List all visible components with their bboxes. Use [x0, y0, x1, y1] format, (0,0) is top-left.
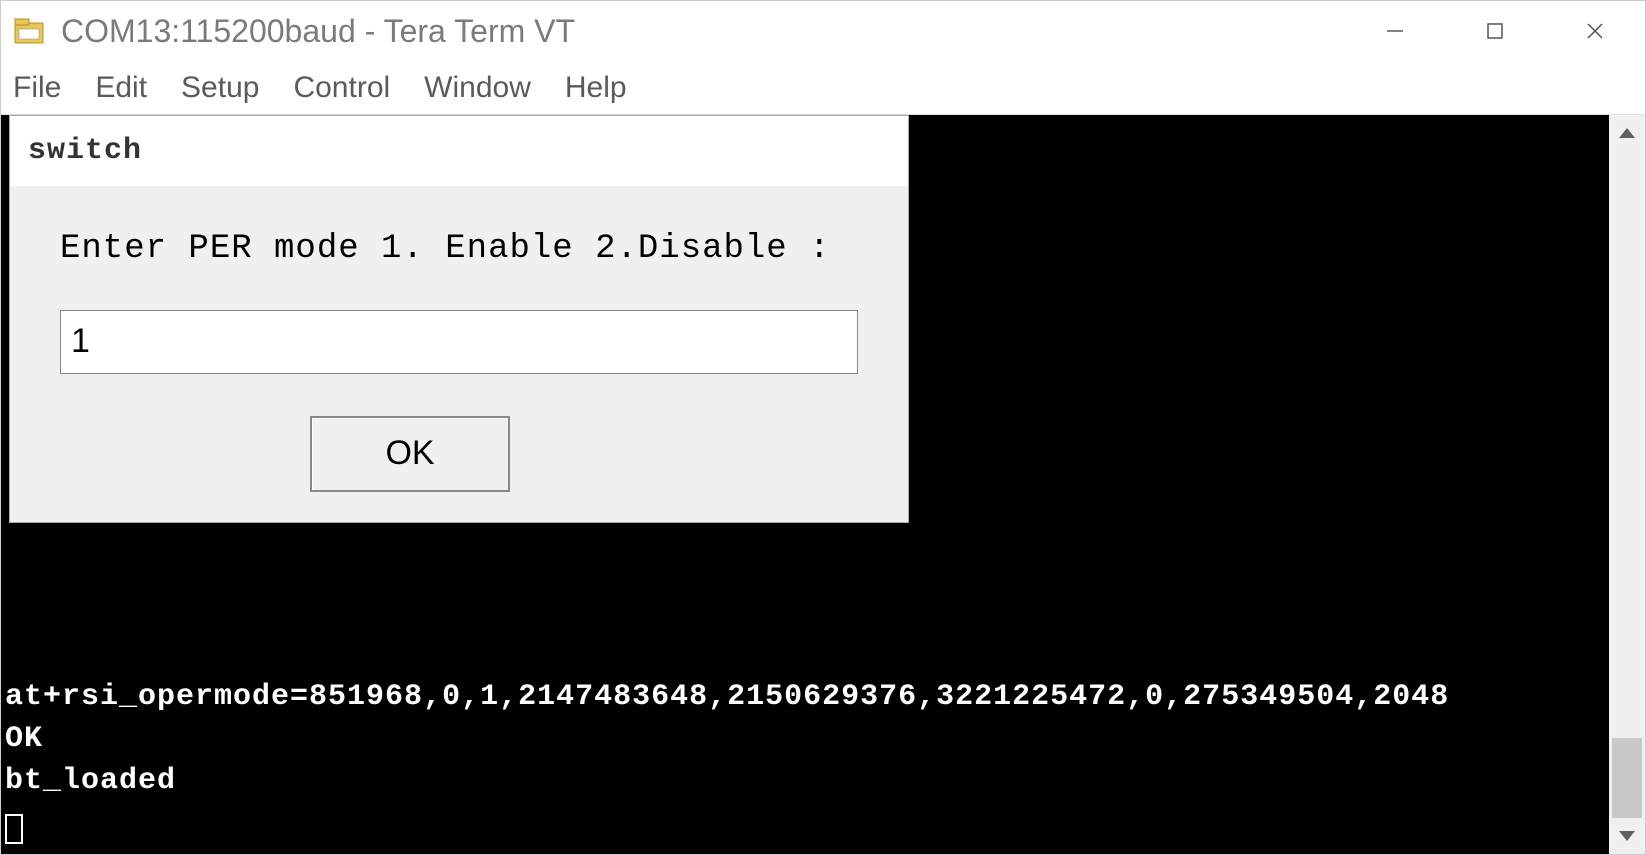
dialog-input[interactable] — [60, 310, 858, 374]
scroll-track[interactable] — [1609, 151, 1645, 818]
menu-help[interactable]: Help — [565, 71, 627, 105]
maximize-button[interactable] — [1445, 1, 1545, 61]
scroll-thumb[interactable] — [1612, 738, 1642, 818]
menubar: File Edit Setup Control Window Help — [1, 61, 1645, 115]
titlebar: COM13:115200baud - Tera Term VT — [1, 1, 1645, 61]
menu-setup[interactable]: Setup — [181, 71, 259, 105]
menu-edit[interactable]: Edit — [95, 71, 147, 105]
menu-window[interactable]: Window — [424, 71, 531, 105]
terminal-line: bt_loaded — [5, 760, 1609, 802]
input-dialog: switch Enter PER mode 1. Enable 2.Disabl… — [9, 115, 909, 523]
terminal-output: at+rsi_opermode=851968,0,1,2147483648,21… — [5, 676, 1609, 844]
app-icon — [13, 17, 49, 45]
terminal-line: OK — [5, 718, 1609, 760]
dialog-body: Enter PER mode 1. Enable 2.Disable : — [10, 186, 908, 404]
dialog-prompt: Enter PER mode 1. Enable 2.Disable : — [60, 226, 858, 274]
terminal-cursor-line — [5, 802, 1609, 844]
dialog-title: switch — [10, 116, 908, 186]
window-controls — [1345, 1, 1645, 61]
scroll-down-icon[interactable] — [1609, 818, 1645, 854]
cursor-icon — [5, 814, 23, 844]
scroll-up-icon[interactable] — [1609, 115, 1645, 151]
menu-control[interactable]: Control — [293, 71, 390, 105]
terminal-area: at+rsi_opermode=851968,0,1,2147483648,21… — [1, 115, 1645, 854]
menu-file[interactable]: File — [13, 71, 61, 105]
app-window: COM13:115200baud - Tera Term VT File Edi… — [0, 0, 1646, 855]
ok-button[interactable]: OK — [310, 416, 510, 492]
dialog-buttons: OK — [10, 404, 908, 522]
vertical-scrollbar[interactable] — [1609, 115, 1645, 854]
close-button[interactable] — [1545, 1, 1645, 61]
window-title: COM13:115200baud - Tera Term VT — [61, 13, 1345, 50]
terminal[interactable]: at+rsi_opermode=851968,0,1,2147483648,21… — [1, 115, 1609, 854]
terminal-line: at+rsi_opermode=851968,0,1,2147483648,21… — [5, 676, 1609, 718]
minimize-button[interactable] — [1345, 1, 1445, 61]
